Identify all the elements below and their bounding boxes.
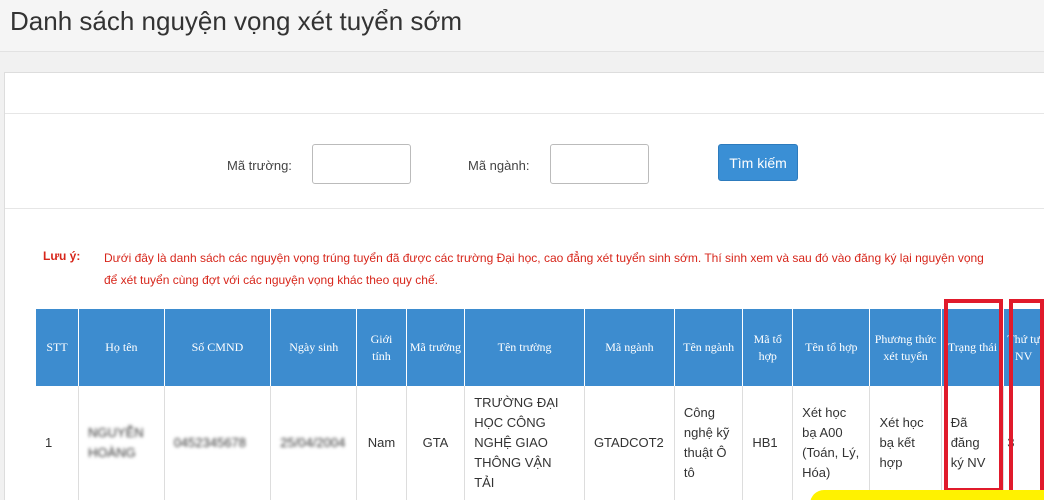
school-code-input[interactable] — [312, 144, 411, 184]
page-header: Danh sách nguyện vọng xét tuyển sớm — [0, 0, 1044, 52]
search-divider — [5, 208, 1044, 209]
col-header-school-name: Tên trường — [464, 309, 585, 386]
col-header-method: Phương thức xét tuyển — [869, 309, 942, 386]
major-code-label: Mã ngành: — [468, 158, 530, 173]
note-text: Dưới đây là danh sách các nguyện vọng tr… — [104, 251, 984, 287]
major-code-input[interactable] — [550, 144, 649, 184]
note-label: Lưu ý: — [43, 249, 81, 263]
yellow-highlight-bar — [810, 490, 1044, 500]
cell-combo-code: HB1 — [742, 386, 794, 500]
cell-dob: 25/04/2004 — [270, 386, 358, 500]
content-panel: Mã trường: Mã ngành: Tìm kiếm Lưu ý: Dướ… — [4, 72, 1044, 500]
col-header-school-code: Mã trường — [406, 309, 466, 386]
order-highlight-box — [1009, 299, 1044, 496]
cell-method: Xét học bạ kết hợp — [869, 386, 942, 500]
status-highlight-box — [944, 299, 1003, 492]
cell-stt: 1 — [36, 386, 80, 500]
cell-combo-name: Xét học bạ A00 (Toán, Lý, Hóa) — [792, 386, 871, 500]
results-table: STT Họ tên Số CMND Ngày sinh Giới tính M… — [36, 309, 1044, 500]
table-header-row: STT Họ tên Số CMND Ngày sinh Giới tính M… — [36, 309, 1044, 386]
col-header-id-number: Số CMND — [164, 309, 272, 386]
panel-divider — [5, 113, 1044, 114]
col-header-major-name: Tên ngành — [674, 309, 744, 386]
search-button[interactable]: Tìm kiếm — [718, 144, 798, 181]
col-header-combo-code: Mã tổ hợp — [742, 309, 794, 386]
cell-id-number: 0452345678 — [164, 386, 272, 500]
cell-name: NGUYỄN HOÀNG — [78, 386, 165, 500]
col-header-gender: Giới tính — [356, 309, 407, 386]
cell-school-code: GTA — [406, 386, 466, 500]
page-title: Danh sách nguyện vọng xét tuyển sớm — [10, 6, 463, 36]
cell-major-code: GTADCOT2 — [584, 386, 675, 500]
table-row: 1 NGUYỄN HOÀNG 0452345678 25/04/2004 Nam… — [36, 386, 1044, 500]
col-header-major-code: Mã ngành — [584, 309, 675, 386]
col-header-stt: STT — [36, 309, 80, 386]
school-code-label: Mã trường: — [227, 158, 292, 173]
col-header-combo-name: Tên tổ hợp — [792, 309, 871, 386]
col-header-dob: Ngày sinh — [270, 309, 358, 386]
cell-major-name: Công nghệ kỹ thuật Ô tô — [674, 386, 744, 500]
cell-gender: Nam — [356, 386, 407, 500]
col-header-name: Họ tên — [78, 309, 165, 386]
cell-school-name: TRƯỜNG ĐẠI HỌC CÔNG NGHỆ GIAO THÔNG VẬN … — [464, 386, 585, 500]
